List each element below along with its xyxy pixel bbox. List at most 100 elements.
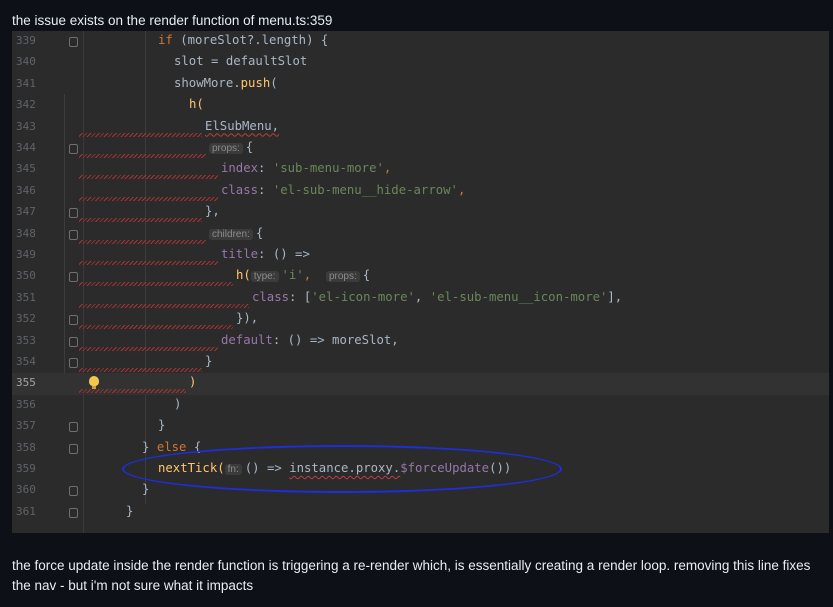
line-number[interactable]: 348 [16,227,46,240]
code-line[interactable]: 354} [12,352,829,373]
code-token: if [158,33,173,47]
line-number[interactable]: 358 [16,441,46,454]
code-token: , [303,268,312,283]
code-line[interactable]: 339 if (moreSlot?.length) { [12,31,829,52]
fold-icon[interactable] [69,443,78,454]
code-line[interactable]: 347}, [12,202,829,223]
line-number[interactable]: 343 [16,120,46,133]
code-token: 'el-sub-menu__icon-more' [429,289,608,304]
line-number[interactable]: 353 [16,334,46,347]
error-underline [79,218,202,223]
code-line[interactable]: 350 h(type:'i', props:{ [12,266,829,287]
error-underline [79,346,218,351]
code-token: 'el-sub-menu__hide-arrow' [272,182,458,197]
code-text[interactable]: }, [205,204,220,218]
code-text[interactable]: } [142,482,149,496]
error-underline [79,132,202,137]
code-text[interactable]: if (moreSlot?.length) { [158,33,328,47]
code-line[interactable]: 353 default: () => moreSlot, [12,331,829,352]
line-number[interactable]: 347 [16,205,46,218]
fold-icon[interactable] [69,208,78,219]
fold-icon[interactable] [69,486,78,497]
code-token: { [255,225,264,240]
error-underline [79,325,233,330]
parameter-hint: type: [250,271,279,283]
line-number[interactable]: 356 [16,398,46,411]
code-editor[interactable]: 339 if (moreSlot?.length) { 340 slot = defa… [12,31,829,533]
intro-text: the issue exists on the render function … [12,13,333,28]
line-number[interactable]: 350 [16,269,46,282]
code-line[interactable]: 351 class: ['el-icon-more', 'el-sub-menu_… [12,288,829,309]
code-token: title [221,247,259,261]
code-token: ) [189,375,197,390]
code-text[interactable]: index: 'sub-menu-more', [221,161,391,175]
code-line[interactable]: 349 title: () => [12,245,829,266]
code-text[interactable]: title: () => [221,247,310,261]
line-number[interactable]: 354 [16,355,46,368]
line-number[interactable]: 355 [16,376,46,389]
code-line[interactable]: 344 props:{ [12,138,829,159]
code-line[interactable]: 356) [12,395,829,416]
fold-icon[interactable] [69,229,78,240]
line-number[interactable]: 345 [16,162,46,175]
line-number[interactable]: 361 [16,505,46,518]
line-number[interactable]: 357 [16,419,46,432]
error-underline [79,261,218,265]
code-text[interactable]: h(type:'i', props:{ [236,268,370,283]
code-text[interactable]: } [158,418,165,432]
line-number[interactable]: 340 [16,55,46,68]
code-text[interactable]: children:{ [209,226,263,240]
line-number[interactable]: 351 [16,291,46,304]
code-text[interactable]: }), [236,311,258,325]
fold-icon[interactable] [69,272,78,283]
code-line[interactable]: 355) [12,373,829,395]
code-line[interactable]: 348 children:{ [12,224,829,245]
code-text[interactable]: ) [174,397,181,411]
line-number[interactable]: 360 [16,483,46,496]
error-underline [79,154,206,158]
line-number[interactable]: 349 [16,248,46,261]
code-text[interactable]: } [126,504,133,518]
fold-icon[interactable] [69,507,78,518]
fold-icon[interactable] [69,422,78,433]
code-line[interactable]: 345 index: 'sub-menu-more', [12,159,829,180]
code-text[interactable]: default: () => moreSlot, [221,333,399,347]
fold-icon[interactable] [69,37,78,47]
line-number[interactable]: 344 [16,141,46,154]
fold-icon[interactable] [69,144,78,154]
code-token: ( [270,75,278,90]
code-line[interactable]: 352}), [12,309,829,330]
line-number[interactable]: 346 [16,184,46,197]
fold-icon[interactable] [69,315,78,326]
code-text[interactable]: class: 'el-sub-menu__hide-arrow', [221,183,465,197]
line-number[interactable]: 342 [16,98,46,111]
line-number[interactable]: 352 [16,312,46,325]
lightbulb-icon[interactable] [89,376,99,390]
line-number[interactable]: 359 [16,462,46,475]
code-token: ElSubMenu, [205,118,280,133]
code-line[interactable]: 342 h( [12,95,829,116]
code-text[interactable]: h( [189,97,204,111]
code-token: index [221,161,259,176]
code-line[interactable]: 346 class: 'el-sub-menu__hide-arrow', [12,181,829,202]
code-line[interactable]: 343 ElSubMenu, [12,117,829,138]
code-text[interactable]: } [205,354,212,368]
code-text[interactable]: ElSubMenu, [205,119,279,133]
fold-icon[interactable] [69,336,78,347]
code-text[interactable]: class: ['el-icon-more', 'el-sub-menu__ic… [252,290,622,304]
line-number[interactable]: 339 [16,34,46,47]
code-text[interactable]: ) [189,375,196,389]
code-text[interactable]: props:{ [209,140,253,154]
code-token: class [221,182,259,197]
code-line[interactable]: 341 showMore.push( [12,74,829,95]
code-token: class [252,289,290,304]
code-line[interactable]: 357} [12,416,829,437]
code-line[interactable]: 361} [12,502,829,523]
code-token: h( [189,97,204,112]
code-text[interactable]: slot = defaultSlot [174,54,307,68]
code-token: default [221,332,273,347]
fold-icon[interactable] [69,358,78,368]
line-number[interactable]: 341 [16,77,46,90]
code-line[interactable]: 340 slot = defaultSlot [12,52,829,73]
code-text[interactable]: showMore.push( [174,76,278,90]
